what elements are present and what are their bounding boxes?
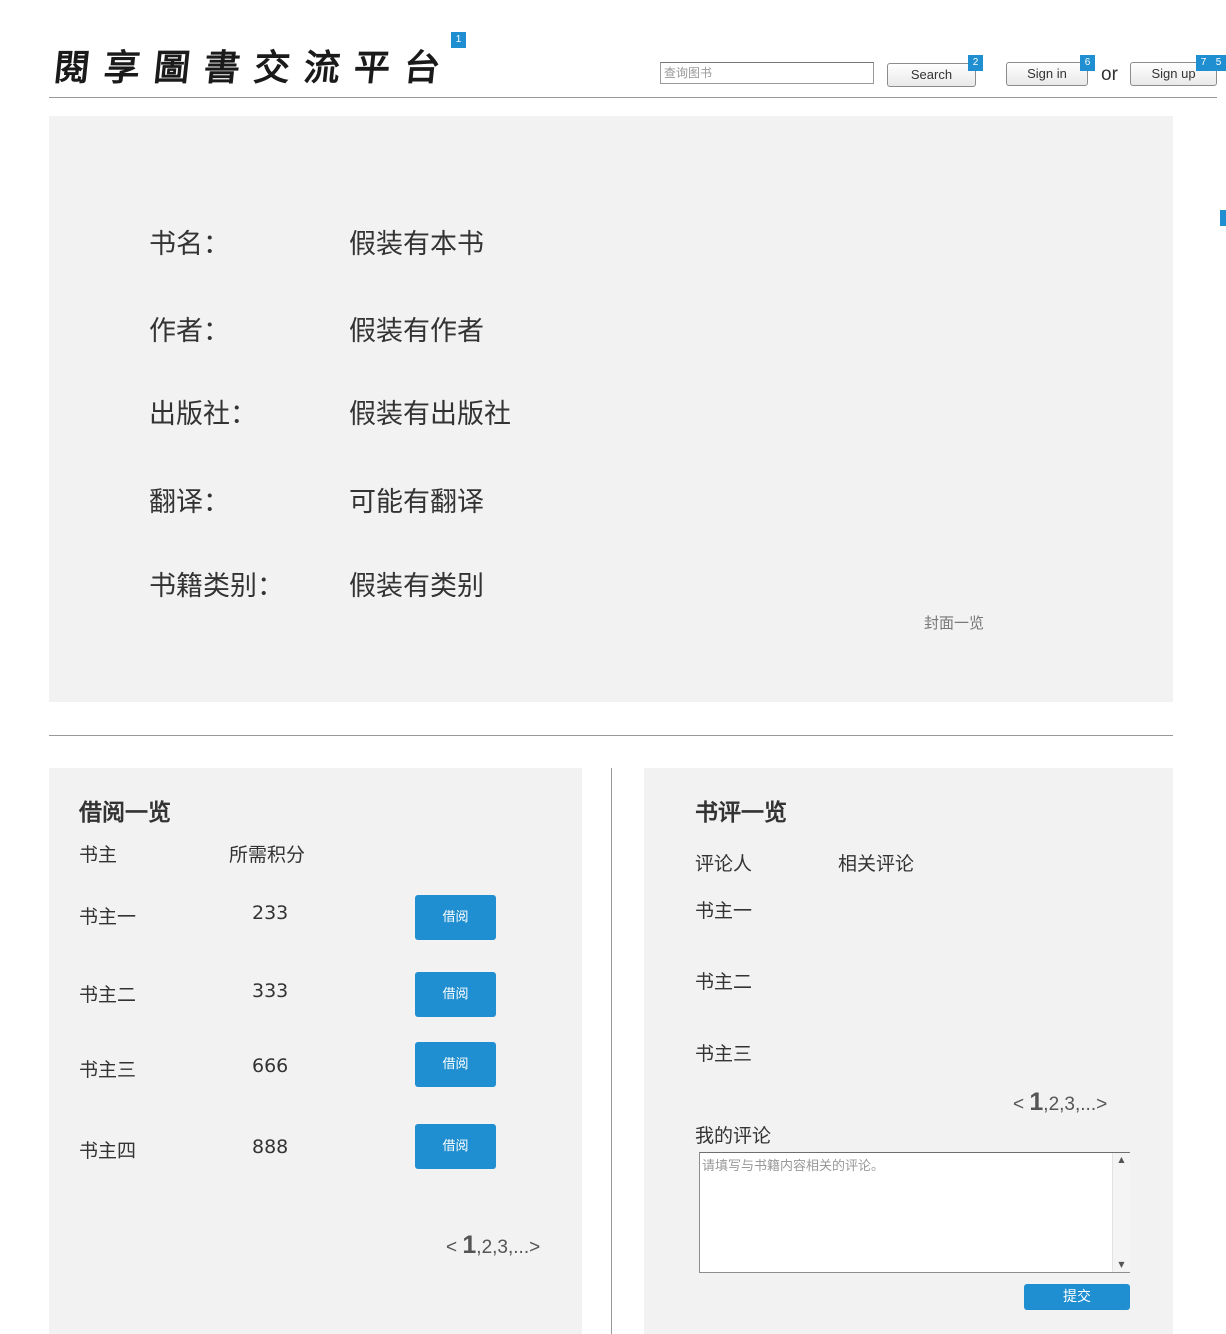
or-text: or [1101, 64, 1118, 85]
comment-scrollbar[interactable]: ▲ ▼ [1112, 1153, 1130, 1272]
comment-column-header: 相关评论 [838, 853, 915, 875]
borrow-button[interactable]: 借阅 [415, 1042, 496, 1087]
sign-in-button[interactable]: Sign in [1006, 62, 1088, 86]
borrow-button[interactable]: 借阅 [415, 972, 496, 1017]
pager-current-page[interactable]: 1 [462, 1231, 476, 1259]
borrow-row-points: 666 [252, 1055, 289, 1077]
header-divider [49, 97, 1217, 98]
scroll-down-arrow-icon[interactable]: ▼ [1113, 1258, 1130, 1272]
search-input[interactable] [660, 62, 874, 84]
book-translator-value: 可能有翻译 [349, 487, 484, 518]
site-logo[interactable]: 閱享圖書交流平台 [51, 40, 457, 96]
reviews-panel-title: 书评一览 [695, 800, 787, 826]
marker-badge-5: 5 [1211, 55, 1226, 71]
borrow-row-points: 233 [252, 902, 289, 924]
review-row-reviewer: 书主一 [695, 900, 753, 922]
pager-next[interactable]: > [1096, 1094, 1107, 1115]
column-divider [611, 768, 612, 1334]
book-author-label: 作者： [149, 316, 230, 347]
scroll-up-arrow-icon[interactable]: ▲ [1113, 1153, 1130, 1167]
marker-badge-2: 2 [968, 55, 983, 71]
borrow-row-owner: 书主三 [79, 1059, 137, 1081]
book-category-label: 书籍类别： [149, 571, 284, 602]
pager-other-pages[interactable]: ,2,3,... [1043, 1094, 1096, 1115]
pager-current-page[interactable]: 1 [1029, 1088, 1043, 1116]
reviews-pagination[interactable]: < 1,2,3,...> [1013, 1088, 1107, 1117]
search-button[interactable]: Search [887, 63, 976, 87]
book-translator-label: 翻译： [149, 487, 230, 518]
book-title-value: 假装有本书 [349, 229, 484, 260]
reviewer-column-header: 评论人 [695, 853, 753, 875]
marker-badge-1: 1 [451, 32, 466, 48]
pager-prev[interactable]: < [1013, 1094, 1024, 1115]
book-title-label: 书名： [149, 229, 230, 260]
pager-other-pages[interactable]: ,2,3,... [476, 1237, 529, 1258]
submit-comment-button[interactable]: 提交 [1024, 1284, 1130, 1310]
borrow-row-points: 888 [252, 1136, 289, 1158]
marker-badge-7: 7 [1196, 55, 1211, 71]
pager-next[interactable]: > [529, 1237, 540, 1258]
borrow-row-owner: 书主一 [79, 906, 137, 928]
cover-gallery-link[interactable]: 封面一览 [924, 612, 984, 633]
book-publisher-label: 出版社： [149, 399, 257, 430]
review-row-reviewer: 书主三 [695, 1043, 753, 1065]
borrow-button[interactable]: 借阅 [415, 1124, 496, 1169]
pager-prev[interactable]: < [446, 1237, 457, 1258]
section-divider [49, 735, 1173, 736]
borrow-row-owner: 书主四 [79, 1140, 137, 1162]
book-category-value: 假装有类别 [349, 571, 484, 602]
review-row-reviewer: 书主二 [695, 971, 753, 993]
borrow-row-points: 333 [252, 980, 289, 1002]
borrow-panel-title: 借阅一览 [79, 800, 171, 826]
marker-badge-6: 6 [1080, 55, 1095, 71]
points-column-header: 所需积分 [229, 844, 306, 866]
comment-textarea[interactable] [699, 1152, 1130, 1273]
my-comment-label: 我的评论 [695, 1125, 772, 1147]
borrow-row-owner: 书主二 [79, 984, 137, 1006]
book-author-value: 假装有作者 [349, 316, 484, 347]
borrow-button[interactable]: 借阅 [415, 895, 496, 940]
borrow-pagination[interactable]: < 1,2,3,...> [446, 1231, 540, 1260]
offscreen-marker [1220, 210, 1226, 226]
book-publisher-value: 假装有出版社 [349, 399, 511, 430]
owner-column-header: 书主 [79, 844, 118, 866]
